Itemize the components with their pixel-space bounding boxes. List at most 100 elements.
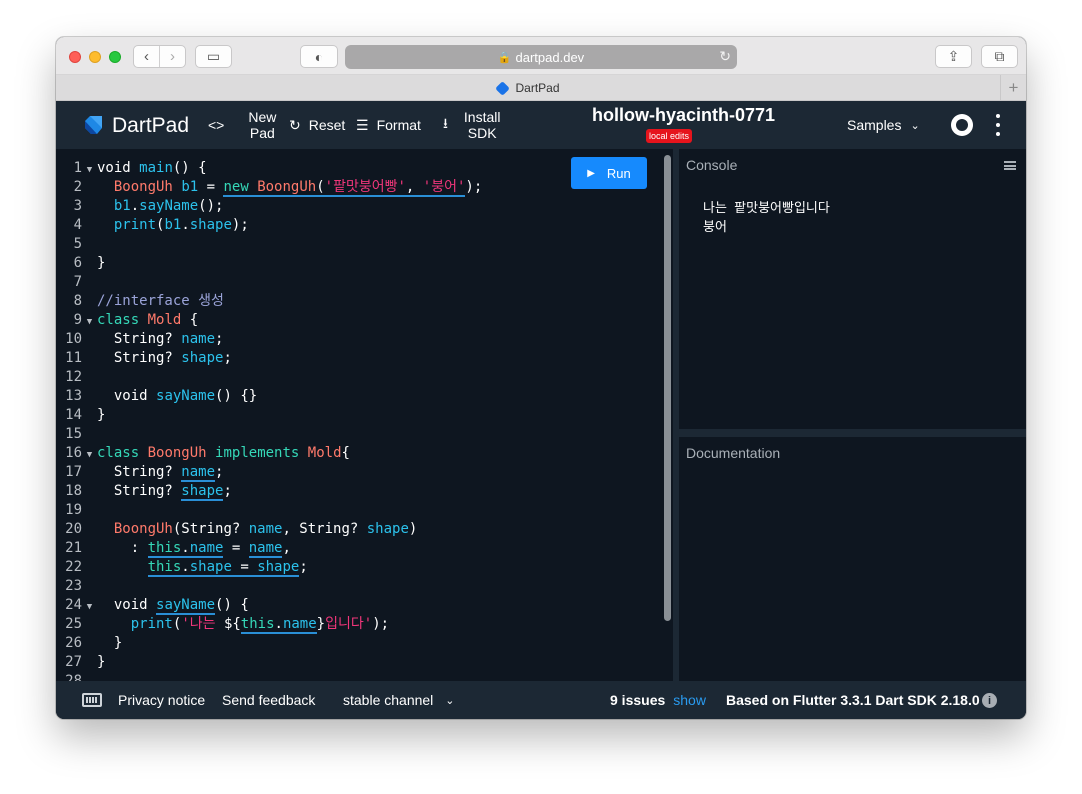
dart-favicon-icon [495,80,511,96]
console-output-line: 나는 팥맛붕어빵입니다 [703,200,830,215]
new-pad-label-1: New [248,109,277,125]
pad-title: hollow-hyacinth-0771 [592,105,776,125]
clear-console-icon[interactable] [1004,161,1016,170]
documentation-panel: Documentation [679,437,1026,681]
back-icon[interactable]: ‹ [134,46,159,67]
code-line: 3 b1.sayName(); [73,198,224,214]
install-label-1: Install [463,109,501,125]
url-text: dartpad.dev [515,49,585,65]
documentation-title: Documentation [686,445,781,461]
run-button[interactable]: ▶ Run [571,157,647,189]
close-window-button[interactable] [69,51,81,63]
code-line: 17 String? name; [65,464,224,482]
share-icon[interactable]: ⇪ [935,45,972,68]
code-line: 4 print(b1.shape); [73,217,249,233]
address-bar[interactable]: 🔒 dartpad.dev ↻ [345,45,737,69]
code-line: 28 [65,673,82,681]
code-line: 1 ▼ void main() { [56,159,482,178]
new-pad-button[interactable]: <> New Pad [208,101,276,149]
browser-window: ‹ › ▭ ◐ 🔒 dartpad.dev ↻ ⇪ ⧉ DartPad + Da… [56,37,1026,719]
code-line: 18 String? shape; [65,483,232,501]
code-line: 24 ▼ void sayName() { [56,596,482,615]
reset-button[interactable]: ↻ Reset [289,101,345,149]
tab-title: DartPad [515,81,560,95]
privacy-notice-link[interactable]: Privacy notice [118,681,205,719]
dart-logo-icon [85,116,102,134]
download-icon: ⭳ [443,115,448,131]
show-issues-link[interactable]: show [673,692,706,708]
minimize-window-button[interactable] [89,51,101,63]
code-line: 9 ▼ class Mold { [56,311,482,330]
reset-label: Reset [308,117,346,133]
tab-dartpad[interactable]: DartPad [56,75,1000,101]
install-label-2: SDK [467,125,497,141]
channel-label: stable channel [343,692,434,708]
format-lines-icon: ☰ [356,116,369,133]
more-menu-icon[interactable] [996,114,1000,136]
code-line: 16 ▼ class BoongUh implements Mold{ [56,444,482,463]
code-line: 2 BoongUh b1 = new BoongUh('팥맛붕어빵', '붕어'… [73,179,483,197]
console-title: Console [686,157,738,173]
code-line: 13 void sayName() {} [65,388,258,404]
install-sdk-button[interactable]: ⭳ Install SDK [443,101,500,149]
format-button[interactable]: ☰ Format [356,101,421,149]
tabs-overview-icon[interactable]: ⧉ [981,45,1018,68]
code-line: 21 : this.name = name, [65,540,291,558]
issues-count: 9 issues [610,692,666,708]
history-navigation: ‹ › [133,45,186,68]
issues-indicator: 9 issues show [610,681,706,719]
horizontal-splitter[interactable] [679,429,1026,437]
status-bar: Privacy notice Send feedback stable chan… [56,681,1026,719]
chevron-down-icon: ⌄ [910,119,920,132]
code-line: 14} [65,407,106,423]
new-pad-label-2: Pad [249,125,275,141]
reload-icon[interactable]: ↻ [719,48,731,65]
samples-label: Samples [847,117,902,133]
info-icon[interactable]: i [982,693,997,708]
code-brackets-icon: <> [208,117,225,133]
channel-dropdown[interactable]: stable channel ⌄ [343,681,455,719]
code-line: 5 [73,236,82,252]
code-lines: 1 ▼ void main() { 2 BoongUh b1 = new Boong… [56,159,482,681]
run-label: Run [606,165,631,181]
play-icon: ▶ [587,167,595,179]
refresh-icon: ↻ [289,116,301,133]
chevron-down-icon: ⌄ [445,694,455,707]
samples-dropdown[interactable]: Samples ⌄ [847,101,920,149]
code-line: 19 [65,502,82,518]
code-line: 26 } [65,635,123,651]
console-output: 나는 팥맛붕어빵입니다 붕어 [703,198,830,236]
tab-bar: DartPad + [56,75,1026,101]
format-label: Format [376,117,421,133]
code-line: 25 print('나는 ${this.name}입니다'); [65,616,390,634]
code-line: 6} [73,255,106,271]
code-line: 15 [65,426,82,442]
code-line: 23 [65,578,82,594]
code-line: 27} [65,654,106,670]
new-tab-button[interactable]: + [1000,75,1026,101]
local-edits-badge: local edits [646,129,693,143]
lock-icon: 🔒 [497,51,512,64]
code-line: 7 [73,274,82,290]
github-icon[interactable] [951,114,973,136]
code-editor[interactable]: 1 ▼ void main() { 2 BoongUh b1 = new Boong… [56,149,673,681]
send-feedback-link[interactable]: Send feedback [222,681,315,719]
code-line: 20 BoongUh(String? name, String? shape) [65,521,418,537]
app-header: DartPad <> New Pad ↻ Reset ☰ Format ⭳ In… [56,101,1026,149]
editor-scrollbar[interactable] [664,155,671,621]
code-line: 12 [65,369,82,385]
sidebar-toggle-icon[interactable]: ▭ [195,45,232,68]
code-line: 22 this.shape = shape; [65,559,308,577]
keyboard-icon[interactable] [82,693,102,707]
console-panel: Console 나는 팥맛붕어빵입니다 붕어 [679,149,1026,429]
privacy-shield-icon[interactable]: ◐ [300,45,338,68]
brand-name: DartPad [112,114,190,137]
code-line: 10 String? name; [65,331,224,347]
browser-toolbar: ‹ › ▭ ◐ 🔒 dartpad.dev ↻ ⇪ ⧉ [56,37,1026,75]
code-line: 8//interface 생성 [73,293,224,309]
code-line: 11 String? shape; [65,350,232,366]
zoom-window-button[interactable] [109,51,121,63]
sdk-version-text: Based on Flutter 3.3.1 Dart SDK 2.18.0 [726,692,980,708]
forward-icon[interactable]: › [159,46,185,67]
console-output-line: 붕어 [703,219,727,234]
